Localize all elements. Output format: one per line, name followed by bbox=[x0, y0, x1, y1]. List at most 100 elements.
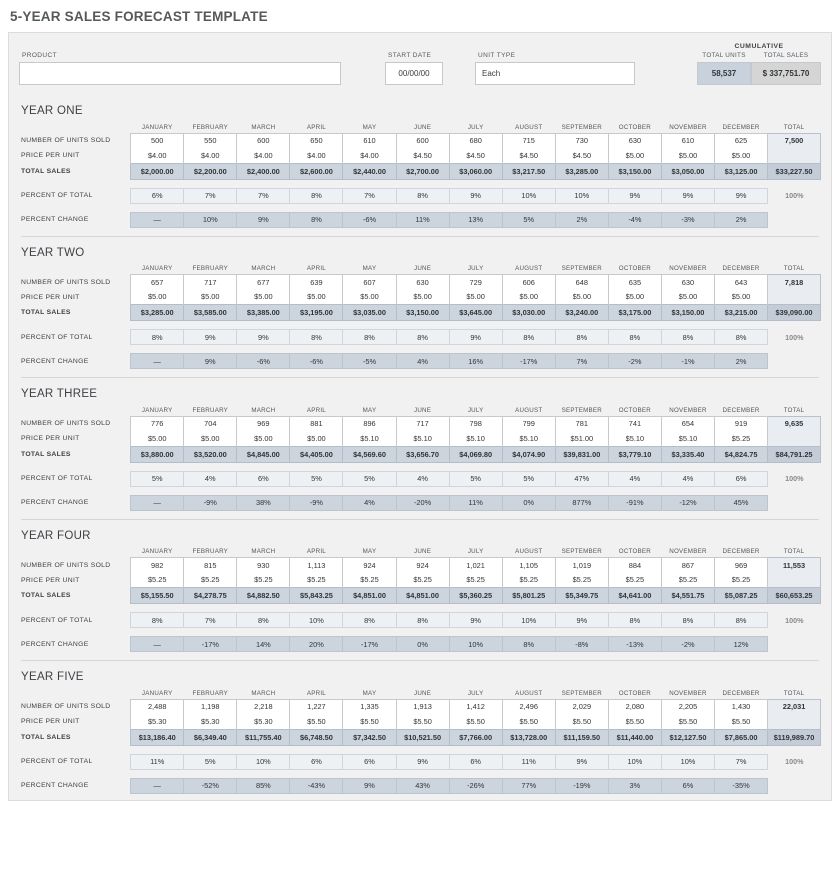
units-cell[interactable]: 717 bbox=[395, 415, 450, 431]
units-cell[interactable]: 648 bbox=[554, 274, 609, 290]
units-cell[interactable]: 2,496 bbox=[501, 698, 556, 714]
price-cell[interactable]: $5.30 bbox=[130, 714, 185, 729]
units-cell[interactable]: 2,029 bbox=[554, 698, 609, 714]
price-cell[interactable]: $4.00 bbox=[342, 148, 397, 163]
units-cell[interactable]: 798 bbox=[448, 415, 503, 431]
price-cell[interactable]: $5.25 bbox=[554, 572, 609, 588]
price-cell[interactable]: $5.25 bbox=[395, 572, 450, 588]
units-cell[interactable]: 815 bbox=[183, 557, 238, 573]
units-cell[interactable]: 741 bbox=[607, 415, 662, 431]
units-cell[interactable]: 500 bbox=[130, 132, 185, 148]
start-date-input[interactable]: 00/00/00 bbox=[385, 62, 443, 85]
units-cell[interactable]: 610 bbox=[660, 132, 716, 148]
units-cell[interactable]: 867 bbox=[660, 557, 716, 573]
units-cell[interactable]: 657 bbox=[130, 274, 185, 290]
price-cell[interactable]: $5.00 bbox=[236, 431, 291, 446]
price-cell[interactable]: $5.00 bbox=[660, 148, 716, 163]
units-cell[interactable]: 650 bbox=[289, 132, 344, 148]
price-cell[interactable]: $5.00 bbox=[501, 289, 556, 305]
units-cell[interactable]: 1,105 bbox=[501, 557, 556, 573]
price-cell[interactable]: $5.00 bbox=[395, 289, 450, 305]
units-cell[interactable]: 924 bbox=[395, 557, 450, 573]
units-cell[interactable]: 625 bbox=[714, 132, 769, 148]
price-cell[interactable]: $5.10 bbox=[342, 431, 397, 446]
unit-type-input[interactable]: Each bbox=[475, 62, 635, 85]
product-input[interactable] bbox=[19, 62, 341, 85]
price-cell[interactable]: $4.50 bbox=[554, 148, 609, 163]
price-cell[interactable]: $5.50 bbox=[448, 714, 503, 729]
units-cell[interactable]: 677 bbox=[236, 274, 291, 290]
units-cell[interactable]: 654 bbox=[660, 415, 716, 431]
units-cell[interactable]: 630 bbox=[395, 274, 450, 290]
units-cell[interactable]: 2,218 bbox=[236, 698, 291, 714]
price-cell[interactable]: $5.10 bbox=[660, 431, 716, 446]
price-cell[interactable]: $5.10 bbox=[448, 431, 503, 446]
price-cell[interactable]: $5.50 bbox=[342, 714, 397, 729]
price-cell[interactable]: $5.00 bbox=[130, 431, 185, 446]
price-cell[interactable]: $4.00 bbox=[130, 148, 185, 163]
units-cell[interactable]: 2,205 bbox=[660, 698, 716, 714]
price-cell[interactable]: $5.50 bbox=[289, 714, 344, 729]
units-cell[interactable]: 799 bbox=[501, 415, 556, 431]
units-cell[interactable]: 717 bbox=[183, 274, 238, 290]
price-cell[interactable]: $4.50 bbox=[501, 148, 556, 163]
units-cell[interactable]: 550 bbox=[183, 132, 238, 148]
units-cell[interactable]: 600 bbox=[395, 132, 450, 148]
units-cell[interactable]: 610 bbox=[342, 132, 397, 148]
price-cell[interactable]: $5.00 bbox=[130, 289, 185, 305]
price-cell[interactable]: $5.25 bbox=[607, 572, 662, 588]
units-cell[interactable]: 730 bbox=[554, 132, 609, 148]
price-cell[interactable]: $5.50 bbox=[501, 714, 556, 729]
units-cell[interactable]: 729 bbox=[448, 274, 503, 290]
price-cell[interactable]: $5.25 bbox=[342, 572, 397, 588]
price-cell[interactable]: $5.00 bbox=[714, 289, 769, 305]
price-cell[interactable]: $5.00 bbox=[660, 289, 716, 305]
price-cell[interactable]: $5.00 bbox=[448, 289, 503, 305]
price-cell[interactable]: $5.00 bbox=[289, 431, 344, 446]
price-cell[interactable]: $5.00 bbox=[607, 289, 662, 305]
price-cell[interactable]: $5.25 bbox=[714, 431, 769, 446]
price-cell[interactable]: $5.50 bbox=[660, 714, 716, 729]
units-cell[interactable]: 881 bbox=[289, 415, 344, 431]
units-cell[interactable]: 630 bbox=[607, 132, 662, 148]
units-cell[interactable]: 781 bbox=[554, 415, 609, 431]
units-cell[interactable]: 1,113 bbox=[289, 557, 344, 573]
units-cell[interactable]: 1,198 bbox=[183, 698, 238, 714]
price-cell[interactable]: $5.00 bbox=[714, 148, 769, 163]
units-cell[interactable]: 635 bbox=[607, 274, 662, 290]
units-cell[interactable]: 600 bbox=[236, 132, 291, 148]
units-cell[interactable]: 704 bbox=[183, 415, 238, 431]
units-cell[interactable]: 606 bbox=[501, 274, 556, 290]
price-cell[interactable]: $5.00 bbox=[183, 289, 238, 305]
price-cell[interactable]: $5.00 bbox=[554, 289, 609, 305]
price-cell[interactable]: $5.25 bbox=[183, 572, 238, 588]
price-cell[interactable]: $4.50 bbox=[448, 148, 503, 163]
units-cell[interactable]: 1,021 bbox=[448, 557, 503, 573]
price-cell[interactable]: $5.25 bbox=[448, 572, 503, 588]
units-cell[interactable]: 1,913 bbox=[395, 698, 450, 714]
units-cell[interactable]: 643 bbox=[714, 274, 769, 290]
price-cell[interactable]: $5.10 bbox=[501, 431, 556, 446]
units-cell[interactable]: 896 bbox=[342, 415, 397, 431]
units-cell[interactable]: 1,335 bbox=[342, 698, 397, 714]
price-cell[interactable]: $5.10 bbox=[607, 431, 662, 446]
price-cell[interactable]: $5.00 bbox=[289, 289, 344, 305]
units-cell[interactable]: 884 bbox=[607, 557, 662, 573]
price-cell[interactable]: $5.25 bbox=[501, 572, 556, 588]
price-cell[interactable]: $4.00 bbox=[183, 148, 238, 163]
units-cell[interactable]: 969 bbox=[714, 557, 769, 573]
price-cell[interactable]: $4.00 bbox=[236, 148, 291, 163]
units-cell[interactable]: 715 bbox=[501, 132, 556, 148]
price-cell[interactable]: $5.50 bbox=[607, 714, 662, 729]
price-cell[interactable]: $51.00 bbox=[554, 431, 609, 446]
units-cell[interactable]: 2,488 bbox=[130, 698, 185, 714]
units-cell[interactable]: 930 bbox=[236, 557, 291, 573]
units-cell[interactable]: 639 bbox=[289, 274, 344, 290]
price-cell[interactable]: $5.30 bbox=[183, 714, 238, 729]
units-cell[interactable]: 680 bbox=[448, 132, 503, 148]
units-cell[interactable]: 1,412 bbox=[448, 698, 503, 714]
price-cell[interactable]: $5.00 bbox=[607, 148, 662, 163]
units-cell[interactable]: 1,019 bbox=[554, 557, 609, 573]
price-cell[interactable]: $5.50 bbox=[395, 714, 450, 729]
price-cell[interactable]: $5.25 bbox=[289, 572, 344, 588]
